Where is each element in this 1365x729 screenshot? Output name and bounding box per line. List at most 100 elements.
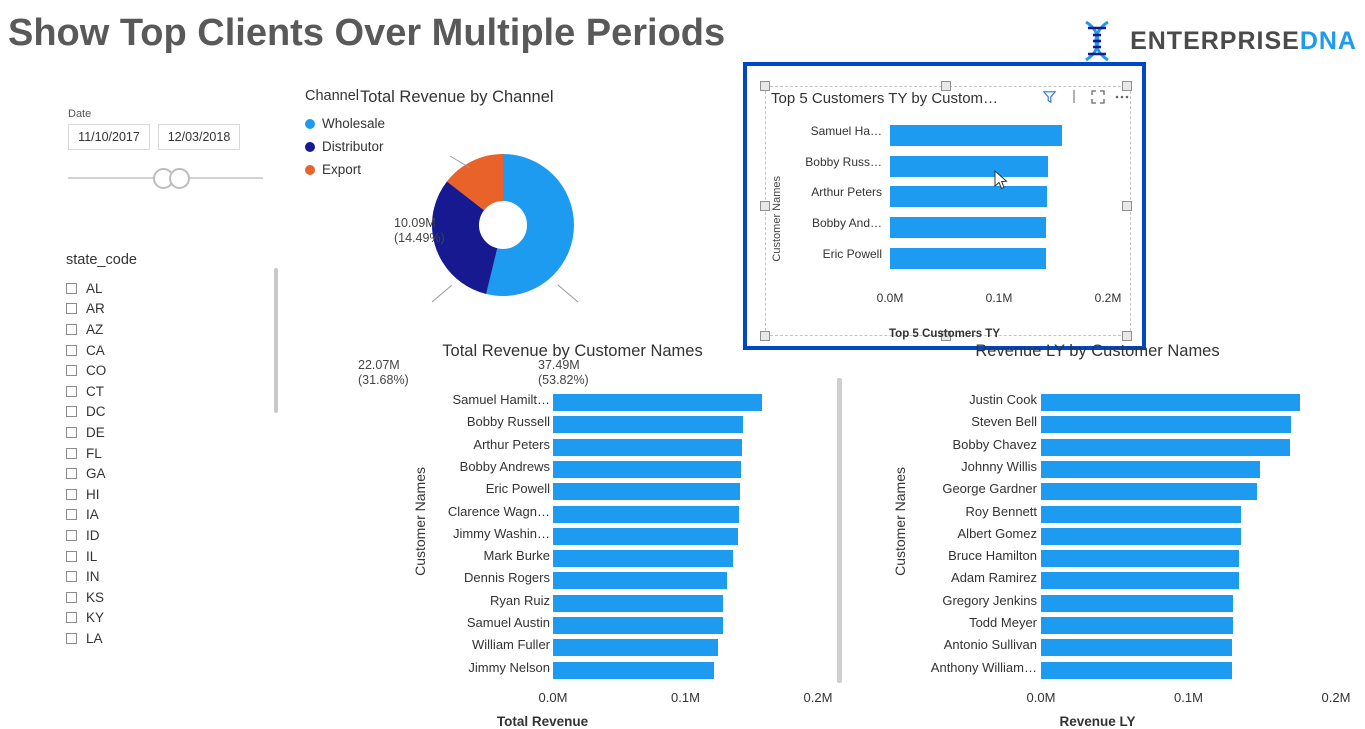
state-code-checkbox[interactable] <box>66 447 77 459</box>
state-code-item[interactable]: LA <box>66 628 281 649</box>
bar[interactable] <box>1041 550 1240 568</box>
pin-icon[interactable] <box>1065 88 1082 105</box>
legend-item[interactable]: Wholesale <box>305 112 385 135</box>
state-code-item[interactable]: CT <box>66 381 281 402</box>
state-code-checkbox[interactable] <box>66 612 77 624</box>
bar[interactable] <box>1041 416 1291 434</box>
bar[interactable] <box>1041 572 1240 590</box>
more-options-icon[interactable] <box>1113 88 1130 105</box>
state-code-slicer[interactable]: state_code AL AR AZ CA CO CT DC DE FL GA HI IA ID IL I… <box>66 252 281 649</box>
bar-category-label: Albert Gomez <box>957 525 1037 541</box>
bar[interactable] <box>1041 394 1300 411</box>
bar-category-label: Clarence Wagn… <box>447 503 550 519</box>
state-code-label: IA <box>86 507 99 523</box>
state-code-item[interactable]: KS <box>66 587 281 608</box>
bar[interactable] <box>1041 483 1258 501</box>
state-code-item[interactable]: CA <box>66 340 281 361</box>
bar[interactable] <box>890 186 1047 208</box>
bar[interactable] <box>553 483 741 501</box>
bar[interactable] <box>553 460 742 478</box>
state-code-checkbox[interactable] <box>66 344 77 356</box>
bar[interactable] <box>890 217 1046 239</box>
legend-item[interactable]: Export <box>305 158 385 181</box>
state-code-item[interactable]: AR <box>66 299 281 320</box>
state-code-checkbox[interactable] <box>66 468 77 480</box>
bar[interactable] <box>1041 505 1241 523</box>
bar[interactable] <box>553 594 724 612</box>
state-code-checkbox[interactable] <box>66 591 77 603</box>
legend-item[interactable]: Distributor <box>305 135 385 158</box>
bar[interactable] <box>890 155 1049 177</box>
state-code-label: IN <box>86 569 100 585</box>
date-start-input[interactable]: 11/10/2017 <box>68 124 150 150</box>
bar[interactable] <box>553 617 724 634</box>
state-code-checkbox[interactable] <box>66 323 77 335</box>
bar[interactable] <box>1041 617 1234 634</box>
bar[interactable] <box>1041 661 1232 679</box>
state-code-scrollbar[interactable] <box>274 268 278 413</box>
state-code-item[interactable]: DC <box>66 402 281 423</box>
bar[interactable] <box>553 572 728 590</box>
bar[interactable] <box>890 125 1063 146</box>
bar[interactable] <box>553 505 740 523</box>
bar[interactable] <box>1041 527 1241 545</box>
bar[interactable] <box>553 639 718 657</box>
state-code-item[interactable]: CO <box>66 360 281 381</box>
bar-category-label: Steven Bell <box>971 414 1037 430</box>
state-code-item[interactable]: HI <box>66 484 281 505</box>
state-code-checkbox[interactable] <box>66 571 77 583</box>
date-end-input[interactable]: 12/03/2018 <box>158 124 240 150</box>
state-code-checkbox[interactable] <box>66 282 77 294</box>
state-code-checkbox[interactable] <box>66 632 77 644</box>
state-code-checkbox[interactable] <box>66 488 77 500</box>
state-code-item[interactable]: ID <box>66 525 281 546</box>
state-code-checkbox[interactable] <box>66 385 77 397</box>
state-code-item[interactable]: AZ <box>66 319 281 340</box>
state-code-item[interactable]: AL <box>66 278 281 299</box>
slider-handle-end[interactable] <box>169 168 190 189</box>
date-range-slider[interactable] <box>68 166 263 192</box>
focus-mode-icon[interactable] <box>1089 88 1106 105</box>
state-code-item[interactable]: IL <box>66 546 281 567</box>
bar[interactable] <box>1041 639 1232 657</box>
resize-handle-middle-left[interactable] <box>760 201 770 211</box>
donut-label-export: 10.09M (14.49%) <box>394 216 445 246</box>
visual-header-icons[interactable] <box>1041 88 1130 105</box>
filter-icon[interactable] <box>1041 88 1058 105</box>
resize-handle-middle-right[interactable] <box>1122 201 1132 211</box>
total-revenue-by-customer-chart[interactable]: Total Revenue by Customer Names Customer… <box>300 342 845 729</box>
bar[interactable] <box>553 416 744 434</box>
state-code-checkbox[interactable] <box>66 365 77 377</box>
bar[interactable] <box>1041 438 1290 456</box>
state-code-checkbox[interactable] <box>66 529 77 541</box>
bar[interactable] <box>553 550 733 568</box>
state-code-checkbox[interactable] <box>66 550 77 562</box>
bar[interactable] <box>553 661 714 679</box>
bar[interactable] <box>553 527 738 545</box>
state-code-label: CT <box>86 383 104 399</box>
state-code-checkbox[interactable] <box>66 303 77 315</box>
date-slicer[interactable]: Date 11/10/2017 12/03/2018 <box>68 108 268 192</box>
state-code-checkbox[interactable] <box>66 426 77 438</box>
state-code-item[interactable]: GA <box>66 463 281 484</box>
bar[interactable] <box>553 394 763 411</box>
bar[interactable] <box>1041 460 1261 478</box>
x-axis-tick: 0.2M <box>1321 690 1351 705</box>
bar[interactable] <box>1041 594 1234 612</box>
state-code-item[interactable]: FL <box>66 443 281 464</box>
bar[interactable] <box>553 438 742 456</box>
channel-legend[interactable]: Channel Wholesale Distributor Export <box>305 88 385 181</box>
highlighted-visual-container[interactable]: Top 5 Customers TY by Custom… Customer N… <box>743 62 1146 350</box>
state-code-item[interactable]: KY <box>66 608 281 629</box>
bar[interactable] <box>890 247 1046 269</box>
state-code-checkbox[interactable] <box>66 509 77 521</box>
brand-text: ENTERPRISEDNA <box>1130 27 1357 56</box>
state-code-item[interactable]: IN <box>66 566 281 587</box>
state-code-checkbox[interactable] <box>66 406 77 418</box>
revenue-ly-by-customer-chart[interactable]: Revenue LY by Customer Names Customer Na… <box>845 342 1350 729</box>
state-code-list[interactable]: AL AR AZ CA CO CT DC DE FL GA HI IA ID IL IN KS KY LA <box>66 278 281 649</box>
state-code-item[interactable]: IA <box>66 505 281 526</box>
state-code-item[interactable]: DE <box>66 422 281 443</box>
resize-handle-top-left[interactable] <box>760 81 770 91</box>
x-axis-tick: 0.2M <box>1094 291 1122 305</box>
